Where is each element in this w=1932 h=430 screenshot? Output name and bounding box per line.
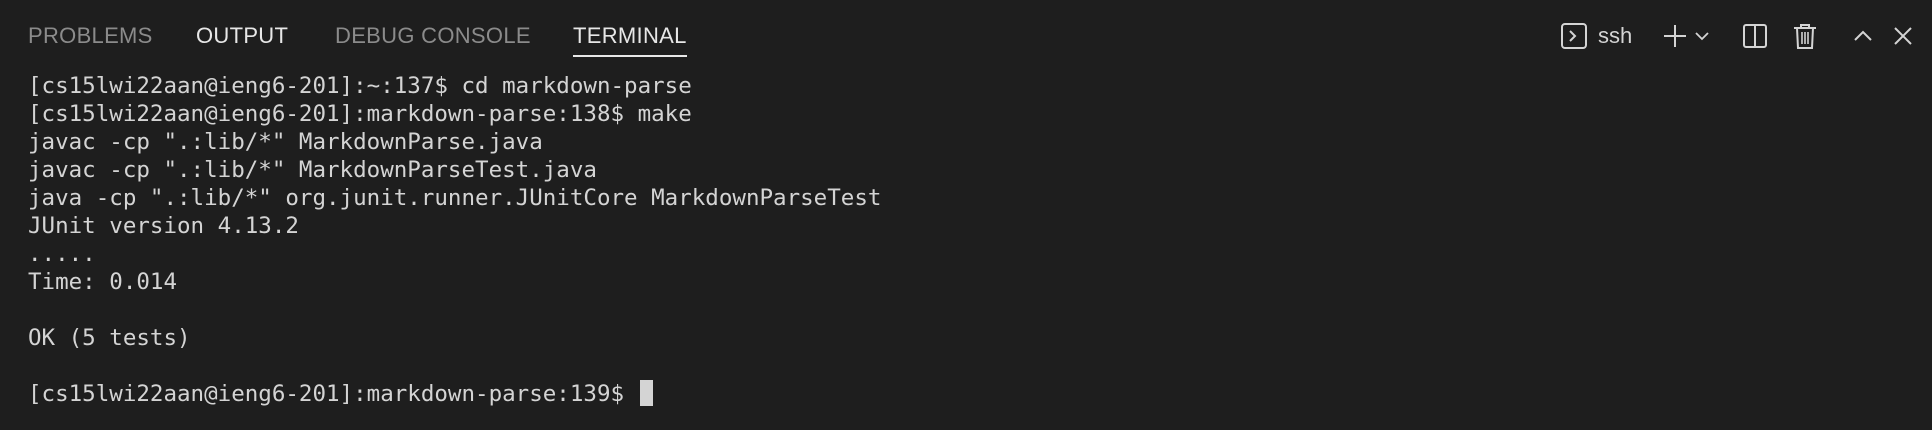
tab-debug-console[interactable]: DEBUG CONSOLE (335, 22, 531, 50)
terminal-name: ssh (1598, 23, 1633, 48)
terminal-line: javac -cp ".:lib/*" MarkdownParseTest.ja… (28, 157, 597, 183)
terminal-line: JUnit version 4.13.2 (28, 213, 299, 239)
terminal-line: ..... (28, 241, 96, 267)
close-panel-button[interactable] (1890, 18, 1916, 54)
maximize-panel-button[interactable] (1850, 18, 1876, 54)
split-icon (1742, 23, 1768, 49)
terminal-actions: ssh (1560, 18, 1920, 54)
chevron-up-icon (1852, 25, 1874, 47)
terminal-line: Time: 0.014 (28, 269, 178, 295)
terminal-line: OK (5 tests) (28, 325, 191, 351)
terminal-line: [cs15lwi22aan@ieng6-201]:markdown-parse:… (28, 101, 692, 127)
split-terminal-button[interactable] (1740, 18, 1770, 54)
terminal-icon (1560, 22, 1588, 50)
terminal-output[interactable]: [cs15lwi22aan@ieng6-201]:~:137$ cd markd… (28, 72, 1908, 418)
tab-problems[interactable]: PROBLEMS (28, 22, 153, 50)
panel-tab-bar: PROBLEMS OUTPUT DEBUG CONSOLE TERMINAL s… (0, 0, 1932, 70)
terminal-line: java -cp ".:lib/*" org.junit.runner.JUni… (28, 185, 882, 211)
terminal-line: [cs15lwi22aan@ieng6-201]:~:137$ cd markd… (28, 73, 692, 99)
kill-terminal-button[interactable] (1790, 18, 1820, 54)
panel: PROBLEMS OUTPUT DEBUG CONSOLE TERMINAL s… (0, 0, 1932, 430)
tab-output[interactable]: OUTPUT (196, 22, 288, 50)
trash-icon (1792, 22, 1818, 50)
terminal-line: javac -cp ".:lib/*" MarkdownParse.java (28, 129, 543, 155)
tab-terminal[interactable]: TERMINAL (573, 22, 687, 57)
plus-icon (1662, 23, 1688, 49)
terminal-cursor (639, 380, 653, 406)
close-icon (1892, 25, 1914, 47)
chevron-down-icon (1694, 28, 1710, 44)
terminal-prompt: [cs15lwi22aan@ieng6-201]:markdown-parse:… (28, 381, 638, 407)
terminal-profiles-dropdown[interactable] (1692, 18, 1712, 54)
terminal-prompt-line: [cs15lwi22aan@ieng6-201]:markdown-parse:… (28, 380, 1908, 408)
terminal-selector[interactable]: ssh (1560, 18, 1632, 54)
new-terminal-button[interactable] (1660, 18, 1690, 54)
